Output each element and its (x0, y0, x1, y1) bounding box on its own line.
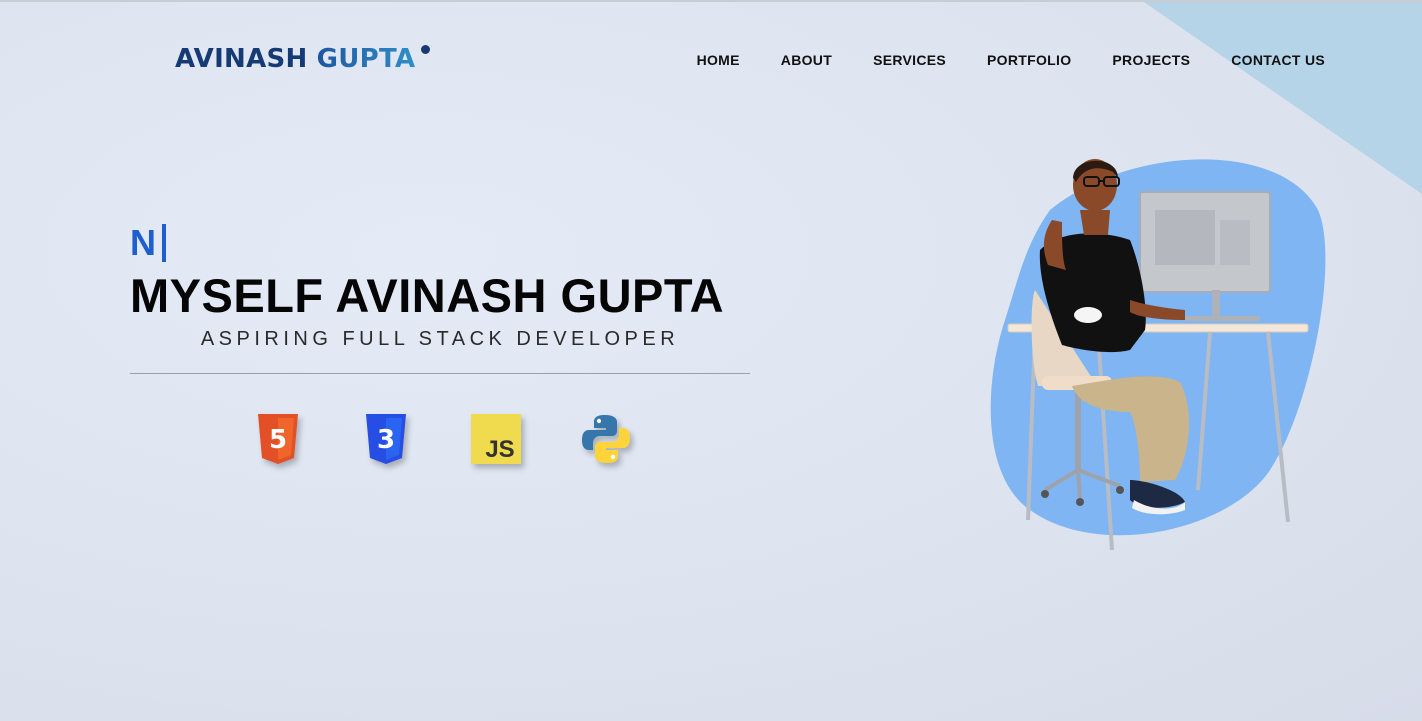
nav-about[interactable]: ABOUT (781, 52, 832, 68)
brand-logo[interactable]: AVINASH GUPTA (175, 44, 431, 74)
nav-contact-us[interactable]: CONTACT US (1231, 52, 1325, 68)
javascript-icon[interactable]: JS (470, 412, 522, 466)
html5-label: 5 (269, 425, 287, 455)
main-nav: HOME ABOUT SERVICES PORTFOLIO PROJECTS C… (697, 52, 1325, 68)
typed-letters: N (130, 222, 156, 263)
css3-label: 3 (377, 425, 395, 455)
javascript-label: JS (485, 436, 514, 463)
nav-portfolio[interactable]: PORTFOLIO (987, 52, 1071, 68)
brand-first-name: AVINASH (175, 44, 308, 74)
hero-heading: MYSELF AVINASH GUPTA (130, 269, 725, 322)
brand-dot (421, 45, 431, 54)
hero-divider (130, 373, 750, 374)
html5-icon[interactable]: 5 (252, 412, 304, 466)
typing-text: N (130, 222, 166, 264)
developer-illustration (990, 159, 1326, 551)
typing-cursor (162, 224, 166, 262)
python-icon[interactable] (580, 412, 632, 466)
nav-projects[interactable]: PROJECTS (1112, 52, 1190, 68)
nav-home[interactable]: HOME (697, 52, 740, 68)
css3-icon[interactable]: 3 (360, 412, 412, 466)
hero-subtitle: ASPIRING FULL STACK DEVELOPER (200, 328, 680, 350)
brand-last-name: GUPTA (316, 44, 416, 74)
nav-services[interactable]: SERVICES (873, 52, 946, 68)
